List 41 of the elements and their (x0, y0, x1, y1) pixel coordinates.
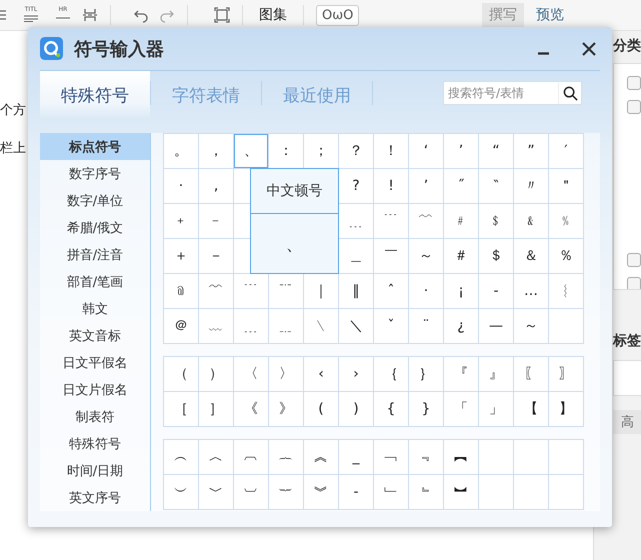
category-item[interactable]: 英文音标 (40, 322, 150, 349)
minimize-icon (538, 52, 549, 54)
category-item[interactable]: 拼音/注音 (40, 241, 150, 268)
category-item[interactable]: 特殊符号 (40, 430, 150, 457)
emoji-button[interactable]: OωO (316, 4, 360, 26)
category-item[interactable]: 韩文 (40, 295, 150, 322)
fullscreen-icon (214, 7, 230, 23)
category-item[interactable]: 数字/单位 (40, 187, 150, 214)
category-item[interactable]: 时间/日期 (40, 457, 150, 484)
dialog-tab[interactable]: 特殊符号 (40, 71, 150, 119)
search-icon (563, 86, 578, 101)
tooltip-title: 中文顿号 (251, 169, 338, 214)
category-item[interactable]: 标点符号 (40, 133, 150, 160)
logo-icon (40, 37, 63, 60)
checkbox[interactable] (627, 277, 641, 289)
lines-icon (23, 14, 39, 22)
category-item[interactable]: 日文片假名 (40, 376, 150, 403)
category-heading: 分类 (613, 37, 641, 56)
checkbox[interactable] (627, 253, 641, 267)
category-item[interactable]: 希腊/俄文 (40, 214, 150, 241)
page-break-icon (82, 7, 98, 23)
search-button[interactable] (558, 81, 582, 105)
search-field[interactable]: 搜索符号/表情 (443, 81, 558, 105)
close-icon (581, 40, 597, 56)
mode-tab[interactable]: 预览 (529, 3, 571, 27)
category-item[interactable]: 英文序号 (40, 484, 150, 511)
tags-heading: 标签 (613, 332, 641, 351)
editor-text: 栏上 (0, 141, 26, 157)
checkbox[interactable] (627, 100, 641, 114)
symbol-cell[interactable]: 、 (234, 134, 268, 168)
category-item[interactable]: 日文平假名 (40, 349, 150, 376)
category-item[interactable]: 制表符 (40, 403, 150, 430)
category-item[interactable]: 数字序号 (40, 160, 150, 187)
tags-field[interactable] (613, 360, 641, 396)
gallery-button[interactable]: 图集 (255, 3, 291, 27)
tooltip-symbol: 、 (284, 232, 304, 256)
category-item[interactable]: 部首/笔画 (40, 268, 150, 295)
dialog-title: 符号输入器 (74, 38, 165, 60)
advanced-bar[interactable]: 高 (613, 410, 641, 434)
checkbox[interactable] (627, 76, 641, 90)
editor-text: 个方 (0, 103, 26, 119)
